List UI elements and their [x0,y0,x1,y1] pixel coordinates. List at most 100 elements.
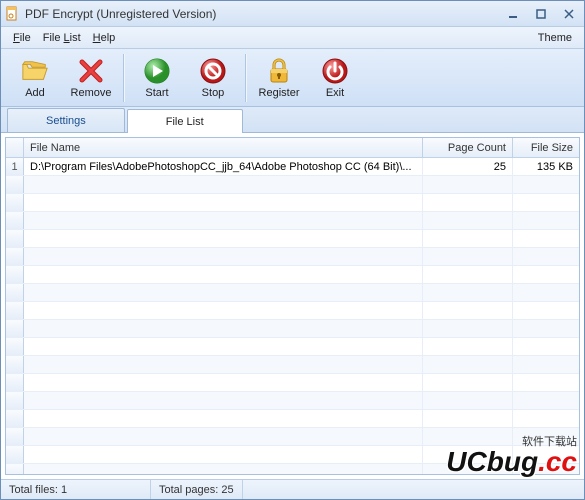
table-row[interactable]: 1D:\Program Files\AdobePhotoshopCC_jjb_6… [6,158,579,176]
cell-filename [24,230,423,247]
status-total-files-label: Total files: [9,484,58,496]
table-row-empty [6,284,579,302]
cell-filesize [513,392,579,409]
grid-body[interactable]: 1D:\Program Files\AdobePhotoshopCC_jjb_6… [6,158,579,474]
cell-pagecount [423,446,513,463]
content-area: File Name Page Count File Size 1D:\Progr… [1,133,584,479]
lock-icon [265,57,293,85]
register-label: Register [259,87,300,99]
cell-index [6,194,24,211]
tab-settings-label: Settings [46,115,86,127]
window-title: PDF Encrypt (Unregistered Version) [25,7,502,21]
cell-filesize [513,356,579,373]
status-total-pages-label: Total pages: [159,484,218,496]
cell-filename [24,410,423,427]
cell-index [6,266,24,283]
cell-filesize: 135 KB [513,158,579,175]
table-row-empty [6,338,579,356]
cell-index: 1 [6,158,24,175]
table-row-empty [6,176,579,194]
grid-header-filename[interactable]: File Name [24,138,423,157]
tab-filelist-label: File List [166,116,204,128]
cell-filename [24,194,423,211]
table-row-empty [6,356,579,374]
grid-header-rownum[interactable] [6,138,24,157]
grid-header-filesize-label: File Size [531,142,573,154]
tab-settings[interactable]: Settings [7,108,125,132]
close-button[interactable] [558,6,580,22]
menu-theme[interactable]: Theme [532,30,578,46]
cell-filename [24,212,423,229]
stop-button[interactable]: Stop [185,52,241,104]
table-row-empty [6,230,579,248]
table-row-empty [6,194,579,212]
table-row-empty [6,374,579,392]
cell-index [6,446,24,463]
cell-pagecount [423,392,513,409]
cell-index [6,464,24,474]
cell-filesize [513,428,579,445]
cell-filesize [513,374,579,391]
table-row-empty [6,428,579,446]
remove-x-icon [77,57,105,85]
cell-filename [24,428,423,445]
cell-pagecount [423,302,513,319]
cell-index [6,284,24,301]
folder-open-icon [21,57,49,85]
cell-filesize [513,212,579,229]
grid-header-filesize[interactable]: File Size [513,138,579,157]
titlebar[interactable]: PDF Encrypt (Unregistered Version) [1,1,584,27]
cell-pagecount [423,374,513,391]
cell-filesize [513,176,579,193]
cell-filename [24,248,423,265]
cell-pagecount [423,464,513,474]
table-row-empty [6,302,579,320]
grid-header: File Name Page Count File Size [6,138,579,158]
cell-pagecount [423,194,513,211]
register-button[interactable]: Register [251,52,307,104]
cell-index [6,302,24,319]
grid-header-pagecount[interactable]: Page Count [423,138,513,157]
cell-pagecount [423,266,513,283]
table-row-empty [6,266,579,284]
cell-filename [24,266,423,283]
status-total-files-value: 1 [61,484,67,496]
cell-index [6,410,24,427]
cell-filename [24,356,423,373]
tab-filelist[interactable]: File List [127,109,243,133]
status-total-pages-value: 25 [221,484,233,496]
play-icon [143,57,171,85]
cell-pagecount [423,284,513,301]
minimize-button[interactable] [502,6,524,22]
cell-filesize [513,248,579,265]
cell-index [6,248,24,265]
cell-filename [24,320,423,337]
cell-index [6,392,24,409]
start-label: Start [145,87,168,99]
cell-filename [24,392,423,409]
toolbar-sep-2 [245,54,247,102]
maximize-button[interactable] [530,6,552,22]
status-total-pages: Total pages: 25 [151,480,243,499]
add-button[interactable]: Add [7,52,63,104]
cell-filesize [513,284,579,301]
exit-label: Exit [326,87,344,99]
cell-filename [24,302,423,319]
cell-filename [24,464,423,474]
exit-button[interactable]: Exit [307,52,363,104]
app-window: PDF Encrypt (Unregistered Version) File … [0,0,585,500]
menu-filelist[interactable]: File List [37,30,87,46]
cell-filesize [513,194,579,211]
menubar: File File List Help Theme [1,27,584,49]
menu-help[interactable]: Help [87,30,122,46]
cell-index [6,320,24,337]
start-button[interactable]: Start [129,52,185,104]
window-controls [502,6,580,22]
cell-filesize [513,230,579,247]
status-total-files: Total files: 1 [1,480,151,499]
remove-label: Remove [71,87,112,99]
remove-button[interactable]: Remove [63,52,119,104]
add-label: Add [25,87,45,99]
menu-file[interactable]: File [7,30,37,46]
cell-pagecount: 25 [423,158,513,175]
